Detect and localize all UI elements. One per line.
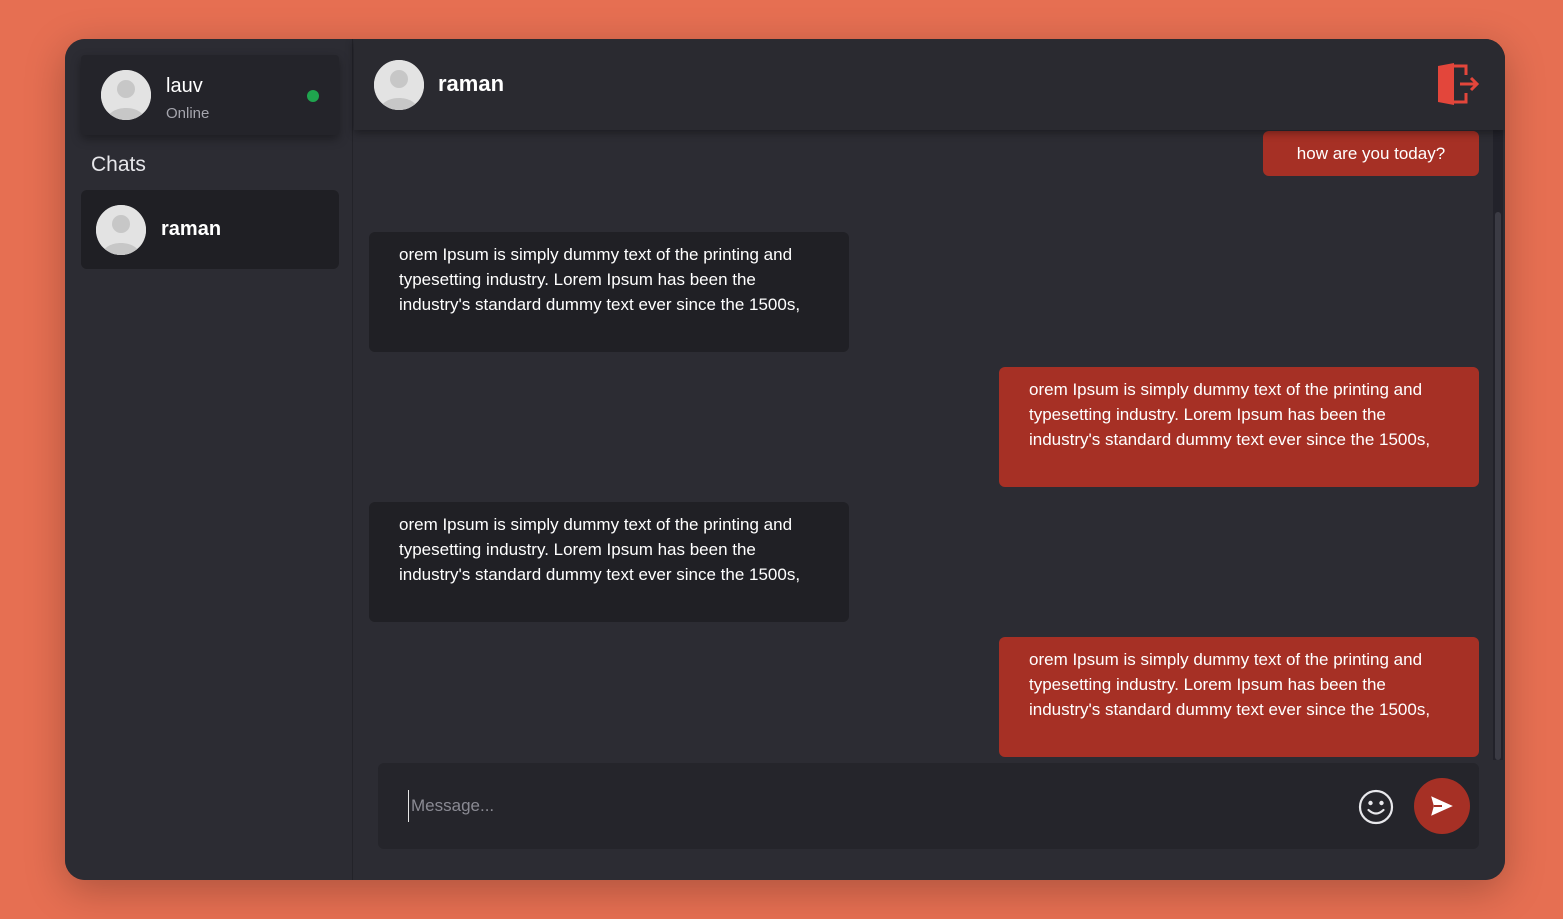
conversation-header: raman <box>354 39 1505 130</box>
message-incoming: orem Ipsum is simply dummy text of the p… <box>369 502 849 622</box>
chat-list-item-name: raman <box>161 218 222 240</box>
message-list-scrollbar[interactable] <box>1493 130 1503 760</box>
sidebar: lauv Online Chats raman <box>65 39 353 880</box>
message-incoming: orem Ipsum is simply dummy text of the p… <box>369 232 849 352</box>
message-outgoing: how are you today? <box>1263 131 1479 176</box>
contact-avatar-icon <box>374 60 424 110</box>
message-input[interactable] <box>408 790 1338 822</box>
send-icon <box>1431 796 1453 816</box>
current-user-card: lauv Online <box>81 55 339 135</box>
contact-avatar-icon <box>96 205 146 255</box>
message-composer <box>378 763 1479 849</box>
chat-list-item-raman[interactable]: raman <box>81 190 339 269</box>
send-button[interactable] <box>1414 778 1470 834</box>
message-list: how are you today? orem Ipsum is simply … <box>354 130 1505 760</box>
user-avatar-icon <box>101 70 151 120</box>
scrollbar-thumb[interactable] <box>1495 212 1501 760</box>
current-user-name: lauv <box>166 75 203 97</box>
emoji-button[interactable] <box>1358 789 1394 825</box>
message-outgoing: orem Ipsum is simply dummy text of the p… <box>999 367 1479 487</box>
online-indicator-icon <box>307 90 319 102</box>
contact-name: raman <box>438 71 505 96</box>
emoji-icon <box>1358 789 1394 825</box>
logout-button[interactable] <box>1436 63 1480 105</box>
logout-icon <box>1438 63 1480 105</box>
current-user-status: Online <box>166 105 210 122</box>
chat-app-window: lauv Online Chats raman raman how are yo… <box>65 39 1505 880</box>
chats-heading: Chats <box>91 153 146 176</box>
conversation-panel: raman how are you today? orem Ipsum is s… <box>354 39 1505 880</box>
message-outgoing: orem Ipsum is simply dummy text of the p… <box>999 637 1479 757</box>
